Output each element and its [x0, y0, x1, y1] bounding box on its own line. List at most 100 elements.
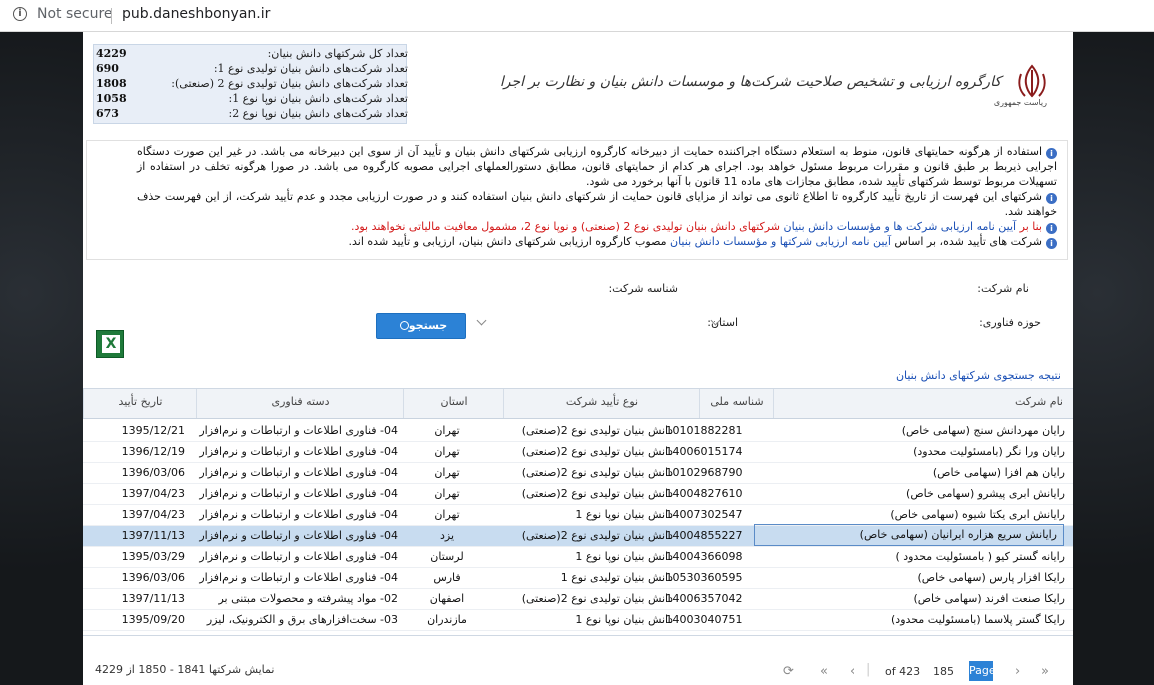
results-table: نام شرکت شناسه ملی نوع تأیید شرکت استان …: [83, 388, 1073, 636]
stat-row: تعداد شرکت‌های دانش بنیان نوپا نوع 2: 67…: [94, 107, 408, 121]
cell-tech: 04- فناوری اطلاعات و ارتباطات و نرم‌افزا…: [199, 571, 398, 584]
cell-tech: 03- سخت‌افزارهای برق و الکترونیک، لیزر: [206, 613, 398, 626]
cell-province: مازندران: [427, 613, 467, 626]
table-row-selected[interactable]: رایانش سریع هزاره ایرانیان (سهامی خاص) 1…: [83, 524, 1073, 547]
tech-field-dropdown-icon[interactable]: [476, 315, 487, 326]
stat-value: 4229: [96, 47, 127, 60]
search-icon: [399, 321, 409, 330]
divider: [111, 8, 112, 24]
cell-date: 1395/09/20: [121, 613, 185, 626]
page-label: Page: [969, 661, 996, 681]
last-page-icon[interactable]: »: [1041, 664, 1049, 679]
notice-text: استفاده از هرگونه حمایتهای قانون، منوط ب…: [137, 145, 1057, 188]
cell-national-id: 14006357042: [665, 592, 743, 605]
first-page-icon[interactable]: «: [820, 664, 828, 679]
refresh-icon[interactable]: ⟳: [783, 664, 794, 679]
cell-type: دانش بنیان تولیدی نوع 2(صنعتی): [521, 529, 673, 542]
cell-type: دانش بنیان تولیدی نوع 2(صنعتی): [521, 592, 673, 605]
stat-value: 1058: [96, 92, 127, 105]
column-header-tech[interactable]: دسته فناوری: [196, 389, 404, 418]
stat-label: تعداد شرکت‌های دانش بنیان تولیدی نوع 2 (…: [171, 77, 408, 90]
column-header-type[interactable]: نوع تأیید شرکت: [503, 389, 700, 418]
cell-tech: 04- فناوری اطلاعات و ارتباطات و نرم‌افزا…: [199, 466, 398, 479]
table-row[interactable]: رایکا گستر پلاسما (بامسئولیت محدود) 1400…: [83, 610, 1073, 631]
table-row[interactable]: رایانش ابری یکتا شیوه (سهامی خاص) 140073…: [83, 505, 1073, 526]
column-header-province[interactable]: استان: [403, 389, 504, 418]
cell-province: تهران: [434, 445, 460, 458]
table-row[interactable]: رایان هم افزا (سهامی خاص) 10102968790 دا…: [83, 463, 1073, 484]
cell-national-id: 14004827610: [665, 487, 743, 500]
cell-national-id: 14007302547: [665, 508, 743, 521]
search-button[interactable]: جستجو: [376, 313, 466, 339]
cell-type: دانش بنیان تولیدی نوع 1: [560, 571, 673, 584]
notice-paragraph: i شرکت های تأیید شده، بر اساس آیین نامه ا…: [137, 234, 1057, 249]
cell-name: رایکا افزار پارس (سهامی خاص): [917, 571, 1065, 584]
url-text[interactable]: pub.daneshbonyan.ir: [122, 6, 270, 22]
cell-province: یزد: [439, 529, 455, 542]
cell-name: رایانش سریع هزاره ایرانیان (سهامی خاص): [754, 524, 1064, 546]
cell-tech: 04- فناوری اطلاعات و ارتباطات و نرم‌افزا…: [199, 445, 398, 458]
cell-tech: 02- مواد پیشرفته و محصولات مبتنی بر: [218, 592, 398, 605]
table-row[interactable]: رایکا صنعت افرند (سهامی خاص) 14006357042…: [83, 589, 1073, 610]
column-header-name[interactable]: نام شرکت: [773, 389, 1073, 418]
stat-label: تعداد شرکت‌های دانش بنیان نوپا نوع 1:: [228, 92, 408, 105]
cell-national-id: 14004366098: [665, 550, 743, 563]
cell-name: رایکا صنعت افرند (سهامی خاص): [913, 592, 1065, 605]
notice-text: شرکت های تأیید شده، بر اساس: [894, 235, 1042, 248]
search-button-label: جستجو: [408, 319, 448, 332]
cell-type: دانش بنیان تولیدی نوع 2(صنعتی): [521, 487, 673, 500]
cell-province: اصفهان: [429, 592, 465, 605]
pager: نمایش شرکتها 1841 - 1850 از 4229 ⟳ « ‹ |…: [83, 657, 1073, 685]
cell-name: رایکا گستر پلاسما (بامسئولیت محدود): [891, 613, 1065, 626]
browser-address-bar: i Not secure pub.daneshbonyan.ir: [0, 0, 1154, 32]
cell-date: 1397/11/13: [121, 529, 185, 542]
cell-name: رایان ورا نگر (بامسئولیت محدود): [913, 445, 1065, 458]
tax-notice: i بنا بر آیین نامه ارزیابی شرکت ها و مؤسس…: [137, 219, 1057, 234]
cell-type: دانش بنیان نوپا نوع 1: [575, 550, 673, 563]
cell-type: دانش بنیان نوپا نوع 1: [575, 508, 673, 521]
cell-national-id: 10101882281: [665, 424, 743, 437]
stat-label: تعداد کل شرکتهای دانش بنیان:: [267, 47, 408, 60]
cell-national-id: 14004855227: [665, 529, 743, 542]
cell-province: تهران: [434, 424, 460, 437]
national-id-label: شناسه شرکت:: [608, 282, 678, 295]
cell-tech: 04- فناوری اطلاعات و ارتباطات و نرم‌افزا…: [199, 424, 398, 437]
table-row[interactable]: رایان ورا نگر (بامسئولیت محدود) 14006015…: [83, 442, 1073, 463]
table-header: نام شرکت شناسه ملی نوع تأیید شرکت استان …: [83, 389, 1073, 419]
info-icon: i: [1046, 238, 1057, 249]
notice-paragraph: iاستفاده از هرگونه حمایتهای قانون، منوط …: [137, 144, 1057, 189]
cell-province: تهران: [434, 466, 460, 479]
cell-national-id: 10530360595: [665, 571, 743, 584]
info-icon: i: [1046, 223, 1057, 234]
excel-export-icon[interactable]: X: [96, 330, 124, 358]
prev-page-icon[interactable]: ‹: [850, 664, 855, 679]
table-row[interactable]: رایکا افزار پارس (سهامی خاص) 10530360595…: [83, 568, 1073, 589]
security-status[interactable]: Not secure: [37, 6, 113, 22]
cell-tech: 04- فناوری اطلاعات و ارتباطات و نرم‌افزا…: [199, 550, 398, 563]
table-row[interactable]: رایانه گستر کیو ( بامسئولیت محدود ) 1400…: [83, 547, 1073, 568]
cell-date: 1395/12/21: [121, 424, 185, 437]
cell-name: رایان مهردانش سنج (سهامی خاص): [901, 424, 1065, 437]
page-background-left: [0, 32, 83, 685]
notice-text: شرکتهای این فهرست از تاریخ تأیید کارگروه…: [137, 190, 1057, 218]
main-page: تعداد کل شرکتهای دانش بنیان: 4229 تعداد …: [83, 32, 1073, 685]
table-row[interactable]: رایانش ابری پیشرو (سهامی خاص) 1400482761…: [83, 484, 1073, 505]
cell-name: رایان هم افزا (سهامی خاص): [932, 466, 1065, 479]
cell-date: 1396/03/06: [121, 466, 185, 479]
cell-name: رایانه گستر کیو ( بامسئولیت محدود ): [895, 550, 1065, 563]
cell-province: لرستان: [430, 550, 464, 563]
cell-type: دانش بنیان نوپا نوع 1: [575, 613, 673, 626]
cell-date: 1397/04/23: [121, 487, 185, 500]
table-row[interactable]: رایان مهردانش سنج (سهامی خاص) 1010188228…: [83, 421, 1073, 442]
column-header-date[interactable]: تاریخ تأیید: [83, 389, 197, 418]
regulation-link[interactable]: آیین نامه ارزیابی شرکتها و مؤسسات دانش ب…: [670, 235, 891, 248]
info-icon[interactable]: i: [13, 7, 27, 21]
stat-label: تعداد شرکت‌های دانش بنیان تولیدی نوع 1:: [213, 62, 408, 75]
regulation-link[interactable]: آیین نامه ارزیابی شرکت ها و مؤسسات دانش …: [784, 220, 1017, 233]
cell-name: رایانش ابری یکتا شیوه (سهامی خاص): [890, 508, 1065, 521]
next-page-icon[interactable]: ›: [1015, 664, 1020, 679]
current-page-input[interactable]: 185: [933, 665, 954, 678]
column-header-national-id[interactable]: شناسه ملی: [699, 389, 774, 418]
company-name-label: نام شرکت:: [977, 282, 1029, 295]
stat-row: تعداد کل شرکتهای دانش بنیان: 4229: [94, 47, 408, 61]
